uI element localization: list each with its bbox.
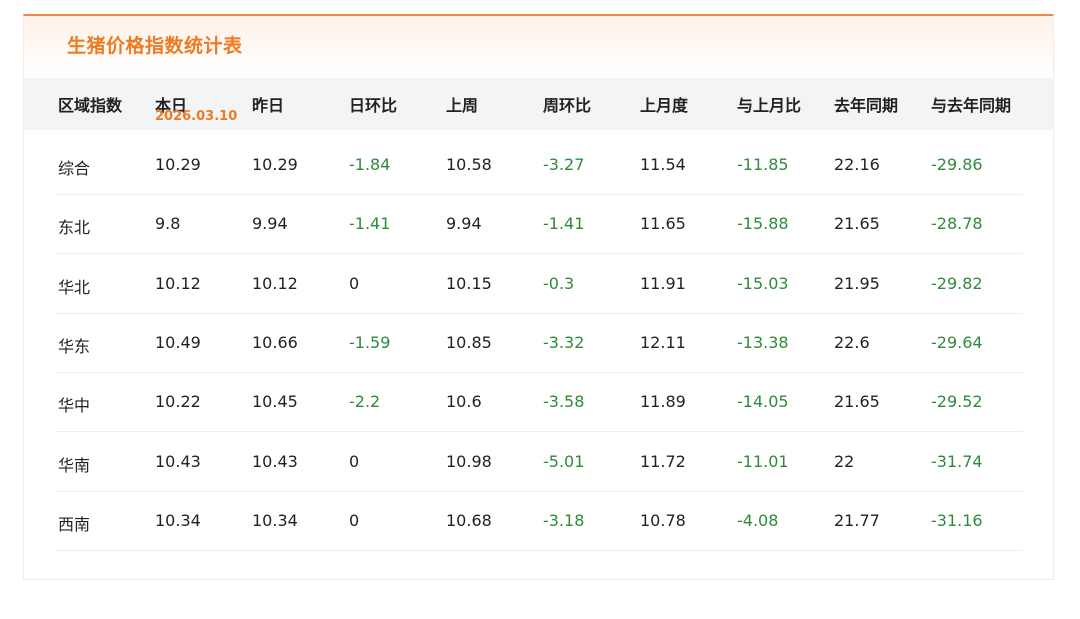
- cell-last-year: 21.65: [834, 214, 880, 234]
- cell-last-month: 11.89: [640, 392, 686, 412]
- cell-today: 10.49: [155, 332, 201, 352]
- table-row: 华中 10.22 10.45 -2.2 10.6 -3.58 11.89 -14.05 21.6…: [55, 372, 1023, 433]
- cell-day-change: -2.2: [349, 392, 381, 412]
- cell-yesterday: 10.45: [252, 392, 298, 412]
- col-header-region: 区域指数: [58, 96, 123, 115]
- table-row: 东北 9.8 9.94 -1.41 9.94 -1.41 11.65 -15.88 21.65 -…: [55, 194, 1023, 255]
- cell-week-change: -5.01: [543, 451, 585, 471]
- table-title: 生猪价格指数统计表: [67, 35, 243, 57]
- cell-last-month: 11.91: [640, 273, 686, 293]
- cell-month-change: -11.85: [737, 155, 789, 174]
- cell-last-year: 21.65: [834, 392, 880, 412]
- cell-year-change: -29.82: [931, 273, 983, 293]
- cell-today: 9.8: [155, 214, 181, 234]
- cell-month-change: -14.05: [737, 392, 789, 412]
- cell-last-year: 22.16: [834, 155, 880, 174]
- cell-region: 华北: [58, 277, 91, 297]
- cell-today: 10.29: [155, 155, 201, 174]
- cell-today: 10.34: [155, 510, 201, 530]
- cell-yesterday: 10.29: [252, 155, 298, 174]
- cell-month-change: -11.01: [737, 451, 789, 471]
- cell-day-change: 0: [349, 510, 360, 530]
- cell-week-change: -3.18: [543, 510, 585, 530]
- cell-today: 10.22: [155, 392, 201, 412]
- table-row: 华东 10.49 10.66 -1.59 10.85 -3.32 12.11 -13.38 22…: [55, 313, 1023, 373]
- col-header-yesterday: 昨日: [252, 96, 285, 115]
- cell-year-change: -29.52: [931, 392, 983, 412]
- cell-last-week: 10.68: [446, 510, 492, 530]
- cell-last-month: 11.65: [640, 214, 686, 234]
- cell-year-change: -28.78: [931, 214, 983, 234]
- cell-yesterday: 9.94: [252, 214, 288, 234]
- cell-week-change: -3.27: [543, 155, 585, 174]
- cell-region: 华东: [58, 336, 91, 356]
- cell-last-week: 10.6: [446, 392, 482, 412]
- cell-last-week: 10.15: [446, 273, 492, 293]
- table-row: 华南 10.43 10.43 0 10.98 -5.01 11.72 -11.01 22 -31.…: [55, 432, 1023, 492]
- cell-week-change: -1.41: [543, 214, 585, 234]
- cell-last-year: 22: [834, 451, 855, 471]
- cell-region: 西南: [58, 514, 91, 534]
- table-row: 华北 10.12 10.12 0 10.15 -0.3 11.91 -15.03 21.95 -2…: [55, 254, 1023, 314]
- cell-last-year: 21.77: [834, 510, 880, 530]
- col-header-year-change: 与去年同期: [931, 96, 1012, 115]
- col-header-month-change: 与上月比: [737, 96, 802, 115]
- cell-today: 10.43: [155, 451, 201, 471]
- col-header-last-year: 去年同期: [834, 96, 899, 115]
- col-header-last-month: 上月度: [640, 96, 689, 115]
- cell-last-month: 10.78: [640, 510, 686, 530]
- cell-yesterday: 10.66: [252, 332, 298, 352]
- cell-last-month: 11.72: [640, 451, 686, 471]
- cell-month-change: -15.88: [737, 214, 789, 234]
- cell-week-change: -3.58: [543, 392, 585, 412]
- cell-year-change: -31.74: [931, 451, 983, 471]
- cell-last-week: 10.58: [446, 155, 492, 174]
- today-date: 2026.03.10: [155, 109, 238, 124]
- cell-last-month: 11.54: [640, 155, 686, 174]
- cell-year-change: -31.16: [931, 510, 983, 530]
- table-row: 综合 10.29 10.29 -1.84 10.58 -3.27 11.54 -11.85 22…: [55, 135, 1023, 195]
- price-index-panel: 生猪价格指数统计表 区域指数 本日 2026.03.10 昨日 日环比 上周 周…: [23, 14, 1054, 580]
- table-header: 区域指数 本日 2026.03.10 昨日 日环比 上周 周环比 上月度 与上月…: [24, 78, 1053, 130]
- cell-region: 东北: [58, 218, 91, 238]
- cell-region: 综合: [58, 159, 91, 178]
- cell-week-change: -0.3: [543, 273, 575, 293]
- cell-year-change: -29.64: [931, 332, 983, 352]
- table-row: 西南 10.34 10.34 0 10.68 -3.18 10.78 -4.08 21.77 -3…: [55, 491, 1023, 551]
- cell-month-change: -4.08: [737, 510, 779, 530]
- cell-day-change: 0: [349, 273, 360, 293]
- cell-last-week: 10.98: [446, 451, 492, 471]
- cell-last-year: 22.6: [834, 332, 870, 352]
- cell-year-change: -29.86: [931, 155, 983, 174]
- cell-month-change: -13.38: [737, 332, 789, 352]
- cell-yesterday: 10.43: [252, 451, 298, 471]
- cell-yesterday: 10.34: [252, 510, 298, 530]
- cell-month-change: -15.03: [737, 273, 789, 293]
- col-header-week-change: 周环比: [543, 96, 592, 115]
- cell-last-month: 12.11: [640, 332, 686, 352]
- cell-week-change: -3.32: [543, 332, 585, 352]
- cell-today: 10.12: [155, 273, 201, 293]
- cell-region: 华中: [58, 396, 91, 416]
- title-bar: 生猪价格指数统计表: [24, 16, 1053, 78]
- cell-day-change: -1.59: [349, 332, 391, 352]
- cell-last-week: 10.85: [446, 332, 492, 352]
- cell-last-year: 21.95: [834, 273, 880, 293]
- cell-day-change: 0: [349, 451, 360, 471]
- cell-region: 华南: [58, 455, 91, 475]
- col-header-last-week: 上周: [446, 96, 479, 115]
- cell-day-change: -1.84: [349, 155, 391, 174]
- cell-day-change: -1.41: [349, 214, 391, 234]
- col-header-day-change: 日环比: [349, 96, 398, 115]
- cell-yesterday: 10.12: [252, 273, 298, 293]
- cell-last-week: 9.94: [446, 214, 482, 234]
